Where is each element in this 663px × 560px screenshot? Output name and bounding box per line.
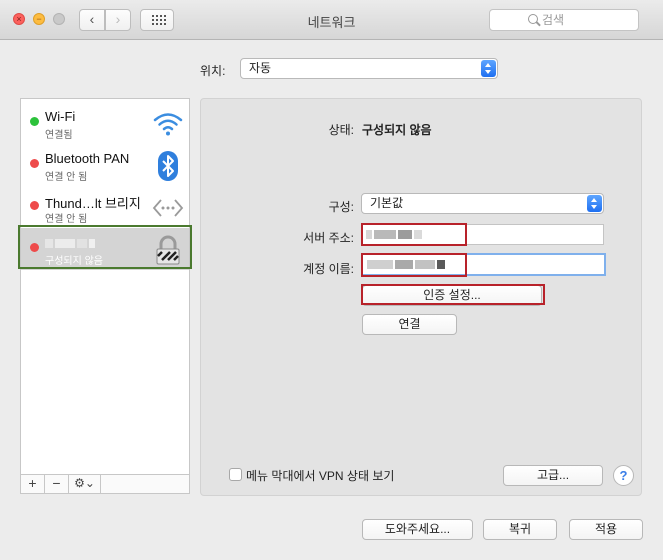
title-bar: × − ‹ › 네트워크 검색 (0, 0, 663, 40)
service-item-bluetooth-pan[interactable]: Bluetooth PAN 연결 안 됨 (21, 144, 189, 186)
search-placeholder: 검색 (542, 13, 565, 27)
remove-service-button[interactable]: − (45, 475, 69, 493)
revert-button[interactable]: 복귀 (483, 519, 557, 540)
status-dot (30, 201, 39, 210)
location-label: 위치: (200, 64, 226, 78)
gear-menu-button[interactable]: ⚙︎⌄ (69, 475, 101, 493)
chevron-updown-icon (587, 195, 602, 212)
thunderbolt-bridge-icon (152, 199, 184, 217)
connect-button[interactable]: 연결 (362, 314, 457, 335)
server-address-label: 서버 주소: (303, 231, 354, 245)
location-select[interactable]: 자동 (240, 58, 498, 79)
add-service-button[interactable]: + (21, 475, 45, 493)
search-icon (528, 14, 538, 24)
service-list[interactable]: Wi-Fi 연결됨 Bluetooth PAN 연결 안 됨 Thund…lt … (20, 98, 190, 493)
assist-me-button[interactable]: 도와주세요... (362, 519, 473, 540)
status-dot (30, 117, 39, 126)
status-value: 구성되지 않음 (362, 123, 432, 137)
service-item-wifi[interactable]: Wi-Fi 연결됨 (21, 102, 189, 144)
help-icon: ? (619, 468, 628, 483)
service-status: 구성되지 않음 (45, 256, 103, 267)
account-name-label: 계정 이름: (303, 262, 354, 276)
location-value: 자동 (249, 61, 272, 75)
status-dot (30, 159, 39, 168)
account-name-field[interactable] (361, 253, 606, 276)
wifi-icon (153, 113, 183, 136)
service-item-thunderbolt-bridge[interactable]: Thund…lt 브리지 연결 안 됨 (21, 186, 189, 228)
service-name: Bluetooth PAN (45, 151, 130, 166)
service-name (45, 235, 97, 250)
sidebar-toolbar: + − ⚙︎⌄ (20, 474, 190, 494)
show-vpn-status-checkbox[interactable] (229, 468, 242, 481)
apply-button[interactable]: 적용 (569, 519, 643, 540)
chevron-updown-icon (481, 60, 496, 77)
show-vpn-status-label: 메뉴 막대에서 VPN 상태 보기 (246, 469, 395, 483)
help-button[interactable]: ? (613, 465, 634, 486)
search-input[interactable]: 검색 (489, 9, 639, 31)
config-select[interactable]: 기본값 (361, 193, 604, 214)
status-dot (30, 243, 39, 252)
server-address-field[interactable] (361, 224, 604, 245)
service-status: 연결 안 됨 (45, 214, 88, 225)
auth-settings-button[interactable]: 인증 설정... (362, 285, 542, 306)
config-label: 구성: (328, 200, 354, 214)
service-status: 연결됨 (45, 130, 73, 141)
service-status: 연결 안 됨 (45, 172, 88, 183)
vpn-lock-icon (156, 235, 180, 265)
config-value: 기본값 (370, 196, 404, 210)
service-item-vpn[interactable]: 구성되지 않음 (21, 228, 189, 270)
gear-icon: ⚙︎⌄ (74, 476, 95, 490)
service-name: Wi-Fi (45, 109, 76, 124)
advanced-button[interactable]: 고급... (503, 465, 603, 486)
bluetooth-icon (158, 151, 178, 181)
status-label: 상태: (328, 123, 354, 137)
